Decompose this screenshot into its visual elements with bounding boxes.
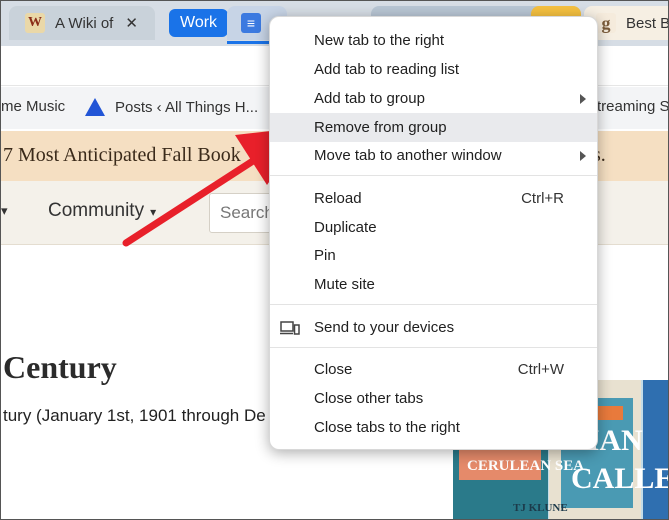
goodreads-favicon-icon: g: [596, 13, 616, 33]
menu-item-label: Send to your devices: [314, 319, 455, 336]
menu-item-label: Mute site: [314, 276, 375, 293]
menu-item-pin[interactable]: Pin: [270, 241, 597, 270]
devices-icon: [280, 321, 300, 335]
bookmark-label: me Music: [1, 98, 66, 115]
close-icon[interactable]: ✕: [125, 14, 138, 32]
browser-window: W A Wiki of ✕ Work ≡ g Best B me Music P…: [0, 0, 669, 520]
menu-item-label: Remove from group: [314, 119, 447, 136]
menu-item-label: Pin: [314, 247, 336, 264]
page-heading: Century: [3, 349, 117, 385]
submenu-arrow-icon: [580, 93, 586, 104]
bookmark-streaming[interactable]: treaming S: [597, 98, 669, 115]
menu-item-label: Move tab to another window: [314, 147, 502, 164]
triangle-icon: [85, 98, 105, 116]
menu-item-label: Close: [314, 361, 353, 378]
bookmark-label: treaming S: [597, 98, 669, 115]
page-paragraph: tury (January 1st, 1901 through De: [3, 406, 266, 425]
menu-item-close[interactable]: Close Ctrl+W: [270, 355, 597, 384]
menu-item-reload[interactable]: Reload Ctrl+R: [270, 184, 597, 213]
menu-item-shortcut: Ctrl+W: [517, 361, 564, 378]
menu-divider: [270, 175, 597, 176]
menu-item-close-other-tabs[interactable]: Close other tabs: [270, 384, 597, 413]
wiki-favicon-icon: W: [25, 13, 45, 33]
menu-item-add-reading-list[interactable]: Add tab to reading list: [270, 55, 597, 84]
menu-item-duplicate[interactable]: Duplicate: [270, 213, 597, 242]
menu-item-label: Add tab to reading list: [314, 61, 460, 78]
book-author: TJ KLUNE: [513, 502, 568, 514]
menu-item-label: Close tabs to the right: [314, 419, 460, 436]
menu-item-send-to-devices[interactable]: Send to your devices: [270, 313, 597, 342]
tab-title: A Wiki of: [55, 14, 114, 32]
menu-item-label: Close other tabs: [314, 390, 424, 407]
menu-item-label: Reload: [314, 190, 362, 207]
book-title-small: CERULEAN SEA: [467, 458, 585, 474]
menu-item-label: Duplicate: [314, 219, 377, 236]
menu-item-add-to-group[interactable]: Add tab to group: [270, 84, 597, 113]
menu-divider: [270, 347, 597, 348]
menu-divider: [270, 304, 597, 305]
book-title-line: CALLED: [571, 462, 668, 495]
bookmark-music[interactable]: me Music: [1, 98, 65, 115]
menu-item-move-to-window[interactable]: Move tab to another window: [270, 141, 597, 170]
menu-item-shortcut: Ctrl+R: [521, 190, 564, 207]
tab-group-chip-work[interactable]: Work: [169, 9, 229, 37]
tab-title: Best B: [626, 14, 669, 32]
menu-item-label: New tab to the right: [314, 32, 445, 49]
menu-item-label: Add tab to group: [314, 90, 425, 107]
chevron-down-icon[interactable]: ▾: [1, 203, 8, 219]
menu-item-mute-site[interactable]: Mute site: [270, 270, 597, 299]
menu-item-close-tabs-right[interactable]: Close tabs to the right: [270, 413, 597, 442]
book-cover: [643, 380, 668, 519]
submenu-arrow-icon: [580, 150, 586, 161]
tab-wiki[interactable]: W A Wiki of ✕: [9, 6, 155, 40]
bookmark-posts[interactable]: Posts ‹ All Things H...: [85, 98, 258, 116]
tab-context-menu: New tab to the right Add tab to reading …: [269, 16, 598, 450]
menu-item-remove-from-group[interactable]: Remove from group: [270, 113, 597, 142]
docs-favicon-icon: ≡: [241, 13, 261, 33]
menu-item-new-tab-right[interactable]: New tab to the right: [270, 26, 597, 55]
bookmark-label: Posts ‹ All Things H...: [115, 98, 259, 116]
